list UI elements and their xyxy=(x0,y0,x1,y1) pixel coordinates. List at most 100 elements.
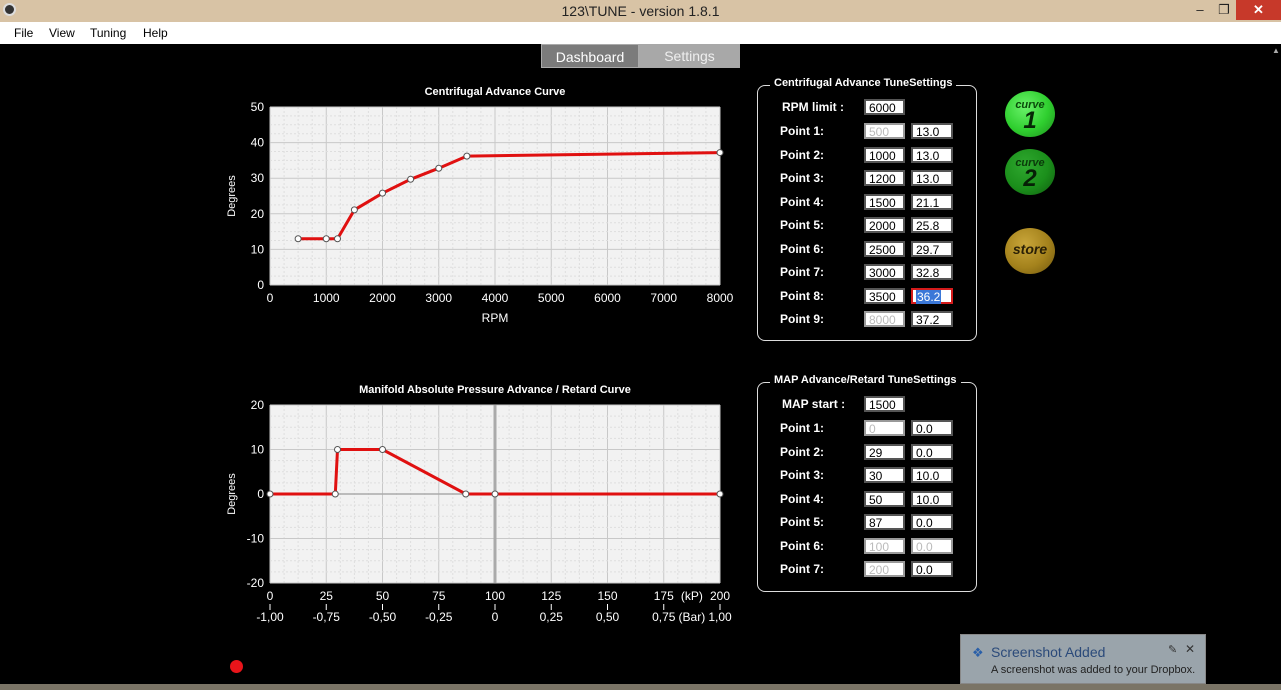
map-start-row: MAP start : 1500 xyxy=(758,396,976,412)
cent-y-axis-label: Degrees xyxy=(226,175,238,217)
menu-tuning[interactable]: Tuning xyxy=(90,26,126,40)
cent-point-degrees-input[interactable]: 25.8 xyxy=(911,217,953,233)
cent-point-row: Point 7: 3000 32.8 xyxy=(758,264,976,280)
map-point-degrees-input[interactable]: 0.0 xyxy=(911,443,953,460)
map-curve-point[interactable] xyxy=(379,446,386,453)
map-start-label: MAP start : xyxy=(782,397,846,411)
map-x-unit-bar: (Bar) xyxy=(679,610,706,624)
pin-icon[interactable]: ✎ xyxy=(1168,643,1177,656)
map-point-kp-input[interactable]: 100 xyxy=(864,537,905,554)
map-y-tick-label: 20 xyxy=(251,398,265,412)
cent-point-degrees-input[interactable]: 37.2 xyxy=(911,311,953,327)
view-tabs: Dashboard Settings xyxy=(541,44,740,68)
cent-point-rpm-input[interactable]: 8000 xyxy=(864,311,905,327)
map-point-kp-input[interactable]: 29 xyxy=(864,443,905,460)
cent-point-rpm-input[interactable]: 2500 xyxy=(864,240,905,257)
map-x-tick-label: 50 xyxy=(376,589,390,603)
cent-curve-point[interactable] xyxy=(350,206,358,214)
rpm-limit-input[interactable]: 6000 xyxy=(864,99,905,115)
map-point-kp-input[interactable]: 50 xyxy=(864,490,905,507)
map-point-degrees-input[interactable]: 0.0 xyxy=(911,537,953,554)
map-curve-point[interactable] xyxy=(331,490,339,498)
cent-curve-point[interactable] xyxy=(435,164,443,172)
cent-curve-point[interactable] xyxy=(294,235,302,243)
map-curve-point[interactable] xyxy=(266,490,274,498)
cent-curve-point[interactable] xyxy=(407,175,415,183)
scroll-up-icon[interactable]: ▲ xyxy=(1272,46,1280,55)
map-start-input[interactable]: 1500 xyxy=(864,396,905,412)
rpm-limit-row: RPM limit : 6000 xyxy=(758,99,976,115)
map-point-row: Point 5: 87 0.0 xyxy=(758,514,976,530)
cent-x-tick-label: 4000 xyxy=(482,291,509,305)
cent-point-row: Point 3: 1200 13.0 xyxy=(758,170,976,186)
map-chart-title: Manifold Absolute Pressure Advance / Ret… xyxy=(359,384,631,396)
map-point-degrees-input[interactable]: 0.0 xyxy=(911,420,953,436)
cent-point-degrees-input[interactable]: 29.7 xyxy=(911,240,953,257)
close-button[interactable]: ✕ xyxy=(1236,0,1281,20)
map-point-degrees-input[interactable]: 10.0 xyxy=(911,467,953,483)
map-curve-point[interactable] xyxy=(334,446,341,453)
map-point-degrees-input[interactable]: 10.0 xyxy=(911,490,953,507)
cent-point-label: Point 5: xyxy=(780,218,824,232)
cent-point-label: Point 1: xyxy=(780,124,824,138)
cent-y-tick-label: 30 xyxy=(251,171,265,185)
cent-curve-point[interactable] xyxy=(716,149,724,157)
map-x-tick-label: 75 xyxy=(432,589,446,603)
cent-point-rpm-input[interactable]: 1500 xyxy=(864,193,905,210)
cent-curve-point[interactable] xyxy=(463,152,471,160)
cent-point-degrees-input[interactable]: 32.8 xyxy=(911,264,953,280)
map-x-tick-label: 200 xyxy=(710,589,730,603)
centrifugal-advance-chart: Centrifugal Advance Curve 0 10 20 30 40 50 0 100… xyxy=(226,86,734,325)
rpm-limit-label: RPM limit : xyxy=(782,100,844,114)
menu-help[interactable]: Help xyxy=(143,26,168,40)
cent-point-degrees-input[interactable]: 21.1 xyxy=(911,193,953,210)
map-x-tick-label: 25 xyxy=(320,589,334,603)
menu-view[interactable]: View xyxy=(49,26,75,40)
cent-point-row: Point 2: 1000 13.0 xyxy=(758,146,976,163)
cent-curve-point[interactable] xyxy=(322,235,330,243)
notification-close-icon[interactable]: ✕ xyxy=(1185,642,1195,656)
map-point-row: Point 4: 50 10.0 xyxy=(758,490,976,507)
centrifugal-settings-panel: Centrifugal Advance TuneSettings RPM lim… xyxy=(757,77,977,341)
map-curve-point[interactable] xyxy=(462,490,470,498)
map-point-degrees-input[interactable]: 0.0 xyxy=(911,514,953,530)
dropbox-notification[interactable]: ❖ Screenshot Added A screenshot was adde… xyxy=(960,634,1206,684)
maximize-button[interactable]: ❐ xyxy=(1212,0,1236,20)
map-point-kp-input[interactable]: 200 xyxy=(864,561,905,577)
cent-point-rpm-input[interactable]: 1000 xyxy=(864,146,905,163)
curve-1-button[interactable]: curve 1 xyxy=(1005,91,1055,137)
cent-curve-point[interactable] xyxy=(334,235,341,243)
map-curve-point[interactable] xyxy=(716,490,724,498)
title-bar: 123\TUNE - version 1.8.1 – ❐ ✕ xyxy=(0,0,1281,22)
cent-point-rpm-input[interactable]: 3000 xyxy=(864,264,905,280)
tab-settings[interactable]: Settings xyxy=(639,44,740,68)
map-point-kp-input[interactable]: 87 xyxy=(864,514,905,530)
map-x-tick-label: 100 xyxy=(485,589,505,603)
map-y-tick-label: 10 xyxy=(251,443,265,457)
map-point-label: Point 3: xyxy=(780,468,824,482)
vertical-scrollbar[interactable]: ▲ xyxy=(1270,44,1281,684)
map-point-kp-input[interactable]: 30 xyxy=(864,467,905,483)
map-point-row: Point 2: 29 0.0 xyxy=(758,443,976,460)
map-point-label: Point 1: xyxy=(780,421,824,435)
menu-file[interactable]: File xyxy=(14,26,33,40)
minimize-button[interactable]: – xyxy=(1188,0,1212,20)
map-curve-point[interactable] xyxy=(491,490,499,498)
cent-point-degrees-input[interactable]: 13.0 xyxy=(911,170,953,186)
cent-point-rpm-input[interactable]: 2000 xyxy=(864,217,905,233)
cent-point-degrees-input[interactable]: 36.2 xyxy=(911,287,953,304)
cent-point-rpm-input[interactable]: 3500 xyxy=(864,287,905,304)
map-x-tick2-label: -0,50 xyxy=(369,610,397,624)
cent-point-degrees-input[interactable]: 13.0 xyxy=(911,146,953,163)
tab-dashboard[interactable]: Dashboard xyxy=(541,44,639,68)
cent-curve-point[interactable] xyxy=(379,189,386,197)
curve-2-button[interactable]: curve 2 xyxy=(1005,149,1055,195)
map-point-degrees-input[interactable]: 0.0 xyxy=(911,561,953,577)
cent-x-tick-label: 7000 xyxy=(650,291,677,305)
cent-point-rpm-input[interactable]: 500 xyxy=(864,123,905,139)
cent-point-degrees-input[interactable]: 13.0 xyxy=(911,123,953,139)
store-button[interactable]: store xyxy=(1005,228,1055,274)
map-point-kp-input[interactable]: 0 xyxy=(864,420,905,436)
cent-point-row: Point 1: 500 13.0 xyxy=(758,123,976,139)
cent-point-rpm-input[interactable]: 1200 xyxy=(864,170,905,186)
